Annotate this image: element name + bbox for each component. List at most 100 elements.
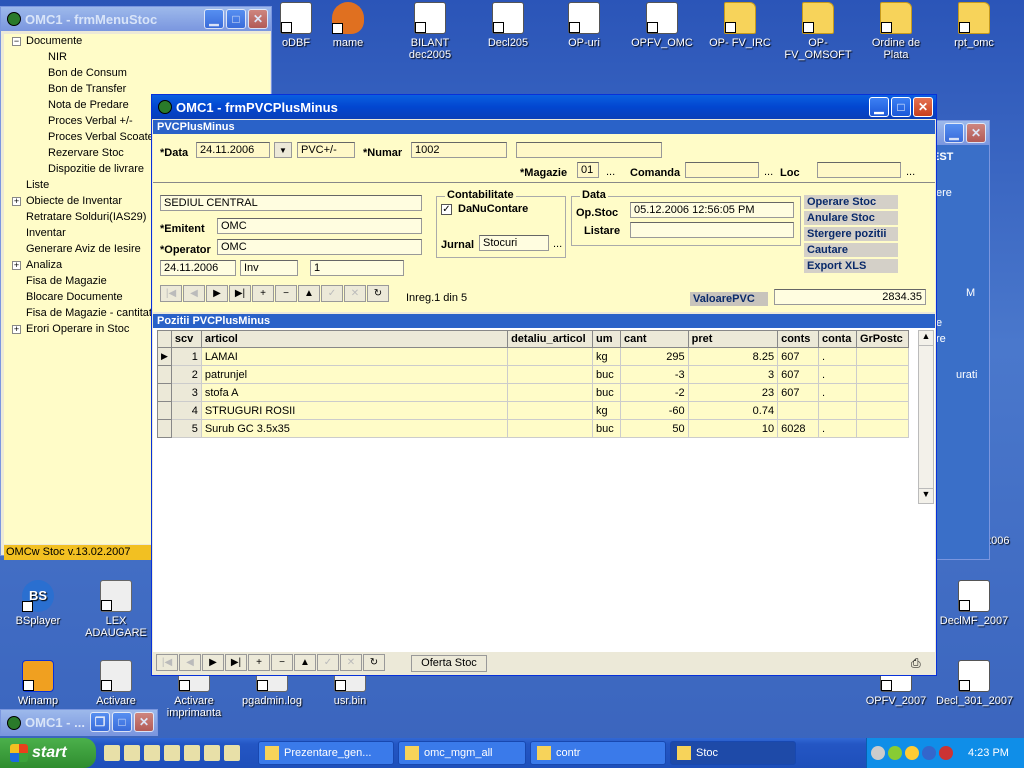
table-row[interactable]: ▶ 1 LAMAI kg 295 8.25 607.	[157, 347, 910, 366]
loc-field[interactable]	[817, 162, 901, 178]
menu-item[interactable]: Liste	[12, 179, 49, 191]
printer-icon[interactable]: ⎙	[911, 656, 921, 671]
minimized-window[interactable]: OMC1 - ... ❐ □ ✕	[0, 709, 158, 736]
maximize-button[interactable]: □	[226, 9, 246, 29]
quicklaunch-icon[interactable]	[164, 745, 180, 761]
tray-icon[interactable]	[905, 746, 919, 760]
desktop-icon[interactable]: Decl205	[470, 2, 546, 49]
close-button[interactable]: ✕	[134, 712, 154, 732]
nav-button[interactable]: ▲	[294, 654, 316, 671]
nav-button[interactable]: ◀	[179, 654, 201, 671]
row-indicator[interactable]	[157, 401, 172, 420]
action-cautare[interactable]: Cautare	[804, 243, 898, 257]
listare-field[interactable]	[630, 222, 794, 238]
grid-cell[interactable]: 23	[687, 383, 779, 402]
date2-field[interactable]: 24.11.2006	[160, 260, 236, 276]
desktop-icon[interactable]: Winamp	[0, 660, 76, 707]
grid-cell[interactable]	[507, 419, 593, 438]
comanda-field[interactable]	[685, 162, 759, 178]
expand-toggle-icon[interactable]: +	[12, 324, 21, 334]
nav-button[interactable]: ↻	[367, 285, 389, 302]
action-anulare-stoc[interactable]: Anulare Stoc	[804, 211, 898, 225]
inv-number-field[interactable]: 1	[310, 260, 404, 276]
menu-item[interactable]: + Obiecte de Inventar	[12, 195, 122, 207]
doc-type-field[interactable]: PVC+/-	[297, 142, 355, 158]
nav-button[interactable]: ◀	[183, 285, 205, 302]
column-header[interactable]: detaliu_articol	[507, 330, 593, 348]
grid-cell[interactable]: .	[818, 365, 857, 384]
grid-cell[interactable]	[855, 419, 910, 438]
quicklaunch-icon[interactable]	[144, 745, 160, 761]
grid-cell[interactable]	[818, 401, 857, 420]
extra-field[interactable]	[516, 142, 662, 158]
desktop-icon[interactable]: LEX ADAUGARE	[78, 580, 154, 639]
row-indicator[interactable]	[157, 365, 172, 384]
column-header[interactable]: um	[592, 330, 621, 348]
grid-cell[interactable]: .	[818, 347, 857, 366]
sediu-field[interactable]: SEDIUL CENTRAL	[160, 195, 422, 211]
nav-button[interactable]: ▶|	[229, 285, 251, 302]
grid-cell[interactable]: 8.25	[687, 347, 779, 366]
maximize-button[interactable]: □	[112, 712, 132, 732]
quicklaunch-icon[interactable]	[104, 745, 120, 761]
table-row[interactable]: 3 stofa A buc -2 23 607.	[157, 383, 910, 402]
menu-item[interactable]: Generare Aviz de Iesire	[12, 243, 141, 255]
minimize-button[interactable]: ▁	[944, 123, 964, 143]
grid-cell[interactable]: -3	[619, 365, 689, 384]
grid-cell[interactable]: kg	[592, 401, 621, 420]
menu-item[interactable]: Nota de Predare	[48, 99, 129, 111]
grid-cell[interactable]: 2	[170, 365, 202, 384]
grid-cell[interactable]	[507, 383, 593, 402]
grid-cell[interactable]: 5	[170, 419, 202, 438]
scroll-down-arrow-icon[interactable]: ▼	[919, 488, 933, 503]
close-button[interactable]: ✕	[966, 123, 986, 143]
loc-lookup-button[interactable]: ...	[906, 166, 915, 178]
grid-cell[interactable]: 50	[619, 419, 689, 438]
grid-cell[interactable]: patrunjel	[200, 365, 509, 384]
minimize-button[interactable]: ▁	[204, 9, 224, 29]
nav-button[interactable]: +	[248, 654, 270, 671]
grid-cell[interactable]: Surub GC 3.5x35	[200, 419, 509, 438]
action-operare-stoc[interactable]: Operare Stoc	[804, 195, 898, 209]
desktop-icon[interactable]: OP-uri	[546, 2, 622, 49]
desktop-icon[interactable]: BS BSplayer	[0, 580, 76, 627]
menu-item[interactable]: Retratare Solduri(IAS29)	[12, 211, 146, 223]
oferta-stoc-button[interactable]: Oferta Stoc	[411, 655, 487, 672]
table-row[interactable]: 5 Surub GC 3.5x35 buc 50 10 6028.	[157, 419, 910, 438]
tray-icon[interactable]	[939, 746, 953, 760]
nav-button[interactable]: ▶|	[225, 654, 247, 671]
grid-cell[interactable]: buc	[592, 419, 621, 438]
nav-button[interactable]: ↻	[363, 654, 385, 671]
menu-item[interactable]: Fisa de Magazie	[12, 275, 107, 287]
grid-cell[interactable]	[855, 401, 910, 420]
grid-cell[interactable]: -2	[619, 383, 689, 402]
desktop-icon[interactable]: rpt_omc	[936, 2, 1012, 49]
taskbar-button[interactable]: omc_mgm_all	[398, 741, 526, 765]
restore-button[interactable]: ❐	[90, 712, 110, 732]
column-header[interactable]: scv	[170, 330, 202, 348]
desktop-icon[interactable]: DeclMF_2007	[936, 580, 1012, 627]
tray-icon[interactable]	[888, 746, 902, 760]
taskbar-button[interactable]: Prezentare_gen...	[258, 741, 394, 765]
grid-cell[interactable]: 3	[687, 365, 779, 384]
expand-toggle-icon[interactable]: +	[12, 260, 21, 270]
grid-cell[interactable]: buc	[592, 365, 621, 384]
menu-item[interactable]: Inventar	[12, 227, 66, 239]
grid-cell[interactable]: kg	[592, 347, 621, 366]
menu-item[interactable]: Proces Verbal Scoate	[48, 131, 154, 143]
grid-cell[interactable]: 607	[777, 365, 819, 384]
nav-button[interactable]: −	[271, 654, 293, 671]
menu-item[interactable]: + Analiza	[12, 259, 62, 271]
nav-button[interactable]: ▲	[298, 285, 320, 302]
quicklaunch-icon[interactable]	[124, 745, 140, 761]
close-button[interactable]: ✕	[248, 9, 268, 29]
nav-button[interactable]: −	[275, 285, 297, 302]
quicklaunch-icon[interactable]	[204, 745, 220, 761]
nav-button[interactable]: ✕	[344, 285, 366, 302]
expand-toggle-icon[interactable]: +	[12, 196, 21, 206]
column-header[interactable]: articol	[200, 330, 509, 348]
data-field[interactable]: 24.11.2006	[196, 142, 270, 158]
grid-cell[interactable]: 295	[619, 347, 689, 366]
close-button[interactable]: ✕	[913, 97, 933, 117]
taskbar-button[interactable]: contr	[530, 741, 666, 765]
